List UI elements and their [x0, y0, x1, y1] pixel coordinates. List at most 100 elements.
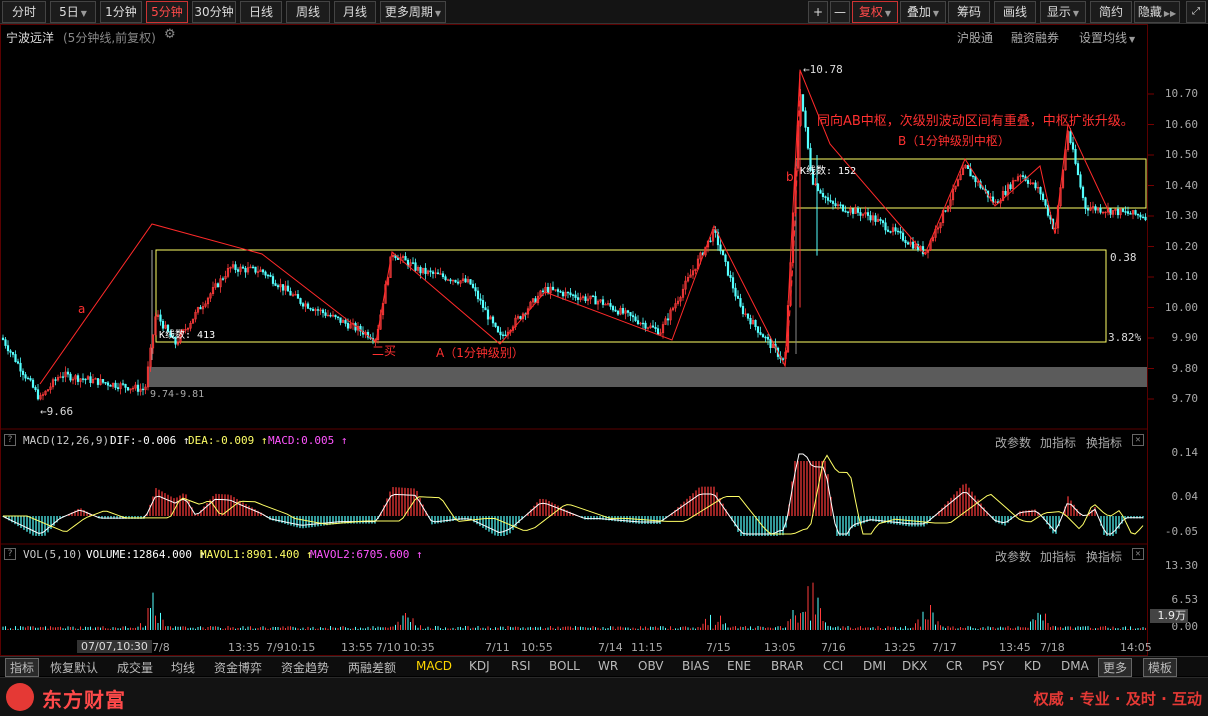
indicator-tab-23[interactable]: 更多 [1098, 658, 1133, 677]
indicator-tab-0[interactable]: 指标 [5, 658, 40, 677]
chevron-down-icon: ▼ [434, 9, 442, 18]
period-tab-5day[interactable]: 5日 ▼ [50, 1, 96, 23]
adjust-button[interactable]: 复权 ▼ [852, 1, 898, 23]
candle-body [1026, 180, 1030, 184]
indicator-tab-2[interactable]: 成交量 [117, 659, 153, 676]
top-toolbar: 分时 5日 ▼ 1分钟 5分钟 30分钟 日线 周线 月线 更多周期 ▼ + — 复… [0, 0, 1208, 24]
period-tab-timeshare[interactable]: 分时 [2, 1, 46, 23]
candle-body [656, 328, 660, 335]
candle-body [644, 322, 647, 329]
period-tab-5min[interactable]: 5分钟 [146, 1, 188, 23]
indicator-tab-4[interactable]: 资金博弈 [214, 659, 262, 676]
candle-body [1034, 182, 1037, 189]
period-tab-30min[interactable]: 30分钟 [192, 1, 236, 23]
candle-body [324, 312, 327, 316]
indicator-tab-24[interactable]: 模板 [1143, 658, 1178, 677]
vol-add-indicator-button[interactable]: 加指标 [1040, 548, 1076, 565]
indicator-tab-22[interactable]: DMA [1061, 659, 1089, 673]
price-tick: 10.70 [1164, 87, 1198, 100]
indicator-tab-8[interactable]: KDJ [469, 659, 490, 673]
candle-body [336, 316, 340, 319]
simple-button[interactable]: 简约 [1090, 1, 1132, 23]
candle-body [629, 312, 632, 316]
candle-body [559, 291, 562, 293]
period-tab-more[interactable]: 更多周期 ▼ [380, 1, 446, 23]
chips-button[interactable]: 筹码 [948, 1, 990, 23]
candle-body [821, 192, 825, 198]
candle-body [274, 283, 277, 286]
candle-body [199, 307, 202, 310]
display-button[interactable]: 显示 ▼ [1040, 1, 1086, 23]
candle-body [1074, 148, 1077, 164]
zoom-out-button[interactable]: — [830, 1, 850, 23]
candle-body [519, 316, 522, 319]
indicator-tab-18[interactable]: DKX [902, 659, 927, 673]
candle-body [216, 283, 220, 288]
candle-body [104, 382, 107, 384]
zoom-in-button[interactable]: + [808, 1, 828, 23]
candle-body [429, 270, 432, 273]
pct-bottom-label: 3.82% [1108, 331, 1142, 344]
close-icon[interactable]: ✕ [1132, 434, 1144, 446]
indicator-tab-13[interactable]: BIAS [682, 659, 710, 673]
help-icon[interactable]: ? [4, 548, 16, 560]
price-tick: 9.80 [1171, 361, 1199, 375]
macd-change-param-button[interactable]: 改参数 [995, 434, 1031, 451]
indicator-tab-15[interactable]: BRAR [771, 659, 804, 673]
candle-body [826, 197, 830, 201]
k-count-a: K线数: 413 [159, 330, 216, 341]
close-icon[interactable]: ✕ [1132, 548, 1144, 560]
indicator-tab-7[interactable]: MACD [416, 659, 452, 673]
candle-body [339, 317, 342, 323]
candle-body [719, 244, 722, 252]
footer: 东方财富 权威 · 专业 · 及时 · 互动 [0, 677, 1208, 716]
time-tick: 7/17 [932, 641, 957, 654]
overlay-button[interactable]: 叠加 ▼ [900, 1, 946, 23]
macd-switch-indicator-button[interactable]: 换指标 [1086, 434, 1122, 451]
high-price-label: ←10.78 [803, 63, 843, 76]
indicator-tab-21[interactable]: KD [1024, 659, 1041, 673]
indicator-tab-20[interactable]: PSY [982, 659, 1004, 673]
indicator-tab-3[interactable]: 均线 [171, 659, 195, 676]
candle-body [261, 269, 265, 273]
period-tab-day[interactable]: 日线 [240, 1, 282, 23]
period-tab-week[interactable]: 周线 [286, 1, 330, 23]
period-tab-month[interactable]: 月线 [334, 1, 376, 23]
indicator-tab-5[interactable]: 资金趋势 [281, 659, 329, 676]
candle-body [731, 277, 735, 289]
note-label: 同向AB中枢，次级别波动区间有重叠，中枢扩张升级。 [817, 114, 1134, 129]
period-tab-1min[interactable]: 1分钟 [100, 1, 142, 23]
candle-body [546, 287, 550, 294]
indicator-tab-12[interactable]: OBV [638, 659, 664, 673]
indicator-tab-6[interactable]: 两融差额 [348, 659, 396, 676]
candle-body [561, 291, 565, 297]
macd-add-indicator-button[interactable]: 加指标 [1040, 434, 1076, 451]
indicator-tab-10[interactable]: BOLL [549, 659, 580, 673]
candle-body [894, 227, 897, 232]
indicator-tab-11[interactable]: WR [598, 659, 618, 673]
vol-mavol2: MAVOL2:6705.600 ↑ [310, 548, 423, 561]
candle-body [61, 376, 65, 378]
hide-button[interactable]: 隐藏 ▶▶ [1134, 1, 1180, 23]
candle-body [1041, 193, 1045, 200]
candle-body [481, 300, 485, 308]
vol-switch-indicator-button[interactable]: 换指标 [1086, 548, 1122, 565]
indicator-tab-9[interactable]: RSI [511, 659, 531, 673]
indicator-tab-1[interactable]: 恢复默认 [50, 659, 98, 676]
candle-body [889, 231, 892, 233]
indicator-tab-17[interactable]: DMI [863, 659, 886, 673]
candle-body [276, 285, 280, 288]
indicator-tab-14[interactable]: ENE [727, 659, 751, 673]
candle-body [301, 303, 305, 307]
indicator-tab-19[interactable]: CR [946, 659, 963, 673]
candle-body [911, 241, 915, 249]
candle-body [866, 212, 870, 216]
vol-change-param-button[interactable]: 改参数 [995, 548, 1031, 565]
candle-body [114, 382, 117, 388]
candle-body [749, 317, 752, 325]
vol-volume: VOLUME:12864.000 ↑ [86, 548, 206, 561]
draw-line-button[interactable]: 画线 [994, 1, 1036, 23]
expand-icon[interactable]: ⤢ [1186, 1, 1206, 23]
help-icon[interactable]: ? [4, 434, 16, 446]
indicator-tab-16[interactable]: CCI [823, 659, 843, 673]
